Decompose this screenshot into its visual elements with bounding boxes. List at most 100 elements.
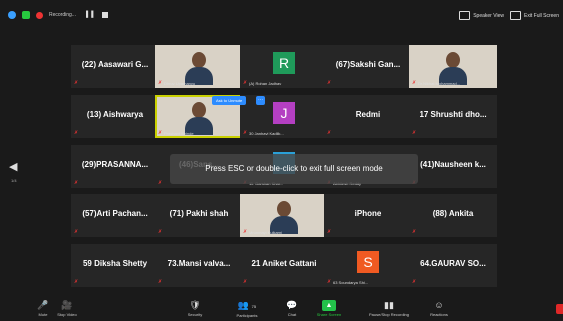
participant-name: Redmi (355, 110, 381, 119)
muted-mic-icon: ✗ (243, 130, 248, 136)
participant-video (268, 199, 300, 234)
muted-mic-icon: ✗ (158, 80, 163, 86)
muted-mic-icon: ✗ (243, 229, 248, 235)
participant-tile[interactable]: (41)Nausheen k...✗ (409, 145, 497, 188)
participant-name: 17 Shrushti dho... (419, 110, 487, 119)
pause-stop-recording-label: Pause/Stop Recording (368, 312, 410, 317)
participant-caption: (A) Rohan Jadhav (249, 81, 282, 86)
more-options-button[interactable]: ··· (256, 96, 265, 105)
muted-mic-icon: ✗ (412, 229, 417, 235)
participant-caption: Mrunmayi Kulkarni (249, 230, 283, 235)
participant-tile[interactable]: 73.Mansi valva... ✗ (155, 244, 243, 287)
participant-tile[interactable]: iPhone ✗ (324, 194, 412, 237)
end-meeting-button[interactable] (556, 304, 563, 314)
speaker-view-icon (459, 11, 471, 20)
reactions-icon: ☺ (434, 300, 444, 310)
participants-button[interactable]: 👥 75 Participants (222, 300, 272, 319)
muted-mic-icon: ✗ (243, 80, 248, 86)
muted-mic-icon: ✗ (158, 180, 163, 186)
participant-name: 59 Diksha Shetty (82, 259, 148, 268)
participant-name: (41)Nausheen k... (420, 160, 486, 169)
participant-name: (88) Ankita (432, 209, 474, 218)
participant-caption: 30 Janhavi Kadlik... (249, 131, 284, 136)
participant-name: (13) Aishwarya (86, 110, 144, 119)
share-screen-button[interactable]: ▲ Share Screen (304, 300, 354, 319)
exit-fullscreen-icon (509, 11, 521, 20)
pause-recording-icon[interactable]: ▌▌ (86, 12, 97, 18)
muted-mic-icon: ✗ (74, 180, 79, 186)
participant-caption: Dhruv Upamanyu (164, 81, 196, 86)
shield-icon: 🛡 (189, 300, 201, 310)
participant-tile[interactable]: Redmi ✗ (324, 95, 412, 138)
participant-tile[interactable]: (88) Ankita ✗ (409, 194, 497, 237)
meeting-info-icon[interactable] (8, 11, 16, 19)
participant-tile[interactable]: (71) Pakhi shah ✗ (155, 194, 243, 237)
meeting-toolbar: 🎤 Mute 🎥 Stop Video 🛡 Security 👥 75 Part… (0, 296, 563, 321)
participant-tile[interactable]: ✗ Mrunmayi Kulkarni (240, 194, 328, 237)
participant-name: iPhone (354, 209, 382, 218)
speaker-view-label: Speaker View (473, 12, 504, 19)
participant-caption: Prashant Shinde (164, 131, 194, 136)
recording-dot-icon (36, 11, 43, 19)
participant-tile[interactable]: (67)Sakshi Gan... ✗ (324, 45, 412, 88)
exit-fullscreen-label: Exit Full Screen (523, 12, 559, 19)
encryption-shield-icon[interactable] (22, 11, 30, 19)
muted-mic-icon: ✗ (158, 279, 163, 285)
muted-mic-icon: ✗ (74, 80, 79, 86)
muted-mic-icon: ✗ (412, 130, 417, 136)
top-left-controls: Recording... ▌▌ (8, 11, 109, 19)
participant-avatar: S (357, 251, 379, 273)
recording-controls-icon: ▮▮ (384, 300, 394, 310)
pause-stop-recording-button[interactable]: ▮▮ Pause/Stop Recording (358, 300, 420, 319)
ask-to-unmute-button[interactable]: Ask to Unmute (212, 96, 247, 105)
participant-name: 73.Mansi valva... (167, 259, 231, 268)
stop-video-button[interactable]: 🎥 Stop Video (42, 300, 92, 319)
muted-mic-icon: ✗ (412, 80, 417, 86)
participant-tile[interactable]: 21 Aniket Gattani ✗ (240, 244, 328, 287)
participant-video (437, 50, 469, 85)
speaker-view-button[interactable]: Speaker View (459, 11, 504, 20)
participant-tile[interactable]: (29)PRASANNA... ✗ (71, 145, 159, 188)
muted-mic-icon: ✗ (74, 130, 79, 136)
security-label: Security (187, 312, 203, 317)
security-button[interactable]: 🛡 Security (170, 300, 220, 319)
participant-tile[interactable]: (57)Arti Pachan... ✗ (71, 194, 159, 237)
participant-tile[interactable]: ✗ Dhruv Upamanyu (155, 45, 243, 88)
participant-caption: 63 Soundarya Shi... (333, 280, 369, 285)
top-bar: Recording... ▌▌ Speaker View Exit Full S… (0, 0, 563, 38)
muted-mic-icon: ✗ (158, 229, 163, 235)
participant-tile[interactable]: 17 Shrushti dho... ✗ (409, 95, 497, 138)
page-indicator: 1/4 (11, 178, 17, 183)
participant-name: (67)Sakshi Gan... (335, 60, 401, 69)
participant-tile[interactable]: 59 Diksha Shetty ✗ (71, 244, 159, 287)
muted-mic-icon: ✗ (158, 130, 163, 136)
participant-tile[interactable]: ✗ Dr.Nikhat Mohammad... (409, 45, 497, 88)
participant-tile[interactable]: (22) Aasawari G... ✗ (71, 45, 159, 88)
participant-name: (57)Arti Pachan... (82, 209, 148, 218)
participant-video (183, 100, 215, 135)
top-right-controls: Speaker View Exit Full Screen (459, 11, 559, 20)
participant-tile[interactable]: J ✗ 30 Janhavi Kadlik... (240, 95, 328, 138)
participant-tile[interactable]: R ✗ (A) Rohan Jadhav (240, 45, 328, 88)
participants-count: 75 (251, 304, 257, 309)
participant-avatar: R (273, 52, 295, 74)
exit-fullscreen-button[interactable]: Exit Full Screen (509, 11, 559, 20)
reactions-button[interactable]: ☺ Reactions (414, 300, 464, 319)
muted-mic-icon: ✗ (327, 229, 332, 235)
fullscreen-toast: Press ESC or double-click to exit full s… (170, 154, 418, 184)
participant-tile[interactable]: (13) Aishwarya ✗ (71, 95, 159, 138)
participant-name: (71) Pakhi shah (169, 209, 229, 218)
participant-tile[interactable]: S ✗ 63 Soundarya Shi... (324, 244, 412, 287)
participants-label: Participants (236, 313, 258, 318)
participant-name: (22) Aasawari G... (81, 60, 149, 69)
previous-page-icon[interactable]: ◀ (9, 160, 17, 173)
share-screen-icon: ▲ (322, 300, 336, 311)
camera-icon: 🎥 (61, 300, 73, 310)
muted-mic-icon: ✗ (327, 80, 332, 86)
stop-recording-icon[interactable] (102, 12, 109, 18)
participant-caption: Dr.Nikhat Mohammad... (418, 81, 461, 86)
participant-avatar: J (273, 102, 295, 124)
participant-tile[interactable]: 64.GAURAV SO... ✗ (409, 244, 497, 287)
muted-mic-icon: ✗ (327, 279, 332, 285)
muted-mic-icon: ✗ (74, 279, 79, 285)
